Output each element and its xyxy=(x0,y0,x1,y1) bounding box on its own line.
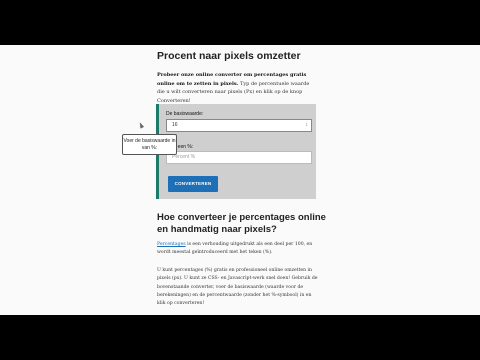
spinner-icon[interactable]: ↕ xyxy=(306,120,309,131)
intro-paragraph: Probeer onze online converter om percent… xyxy=(157,71,317,105)
percentages-link[interactable]: Percentages xyxy=(157,242,186,247)
tooltip: Voer de basiswaarde in van %: xyxy=(122,134,177,155)
base-value-input[interactable]: 16 ↕ xyxy=(166,119,312,132)
video-frame: Procent naar pixels omzetter Probeer onz… xyxy=(0,45,480,315)
article-paragraph-1: Percentages is een verhouding uitgedrukt… xyxy=(157,241,319,258)
base-value-label: De basiswaarde: xyxy=(166,111,204,117)
article-heading: Hoe converteer je percentages online en … xyxy=(157,212,326,235)
article-paragraph-2: U kunt percentages (%) gratis en profess… xyxy=(157,268,318,307)
mouse-cursor-icon xyxy=(137,121,145,129)
percent-input[interactable]: Percent % xyxy=(166,151,312,164)
base-value-text: 16 xyxy=(172,122,178,128)
page-title: Procent naar pixels omzetter xyxy=(157,50,301,62)
converter-panel: De basiswaarde: 16 ↕ Voer een %: Percent… xyxy=(156,104,316,199)
convert-button[interactable]: CONVERTEREN xyxy=(168,176,218,192)
